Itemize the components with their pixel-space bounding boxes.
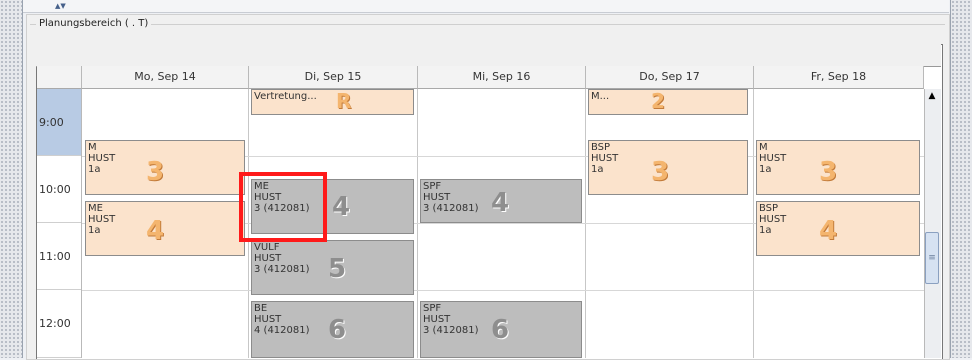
lesson-number: 6: [328, 315, 347, 345]
time-slot-11[interactable]: 11:00: [37, 223, 81, 290]
lesson-number: 5: [328, 254, 347, 284]
time-slot-10[interactable]: 10:00: [37, 156, 81, 223]
event-class: 1a: [88, 164, 101, 175]
lesson-number: 4: [332, 192, 351, 222]
panel-border-line: [30, 24, 945, 25]
event-subject: ME: [88, 203, 103, 214]
event-di-vertretung[interactable]: Vertretung... R: [251, 89, 414, 115]
collapse-arrows-icon[interactable]: ▲▼: [55, 2, 66, 10]
event-subject: M: [759, 142, 768, 153]
lesson-number: 2: [651, 89, 665, 113]
day-header-fri[interactable]: Fr, Sep 18: [754, 66, 924, 89]
day-header-thu[interactable]: Do, Sep 17: [586, 66, 754, 89]
time-slot-9[interactable]: 9:00: [37, 89, 81, 156]
event-fr-bsp[interactable]: BSP HUST 1a 4: [756, 201, 920, 256]
event-fr-m[interactable]: M HUST 1a 3: [756, 140, 920, 195]
event-subject: BSP: [759, 203, 779, 214]
event-subject: M: [88, 142, 97, 153]
scrollbar-thumb[interactable]: ≡: [925, 232, 939, 284]
event-mo-m[interactable]: M HUST 1a 3: [85, 140, 245, 195]
event-di-vulf[interactable]: VULF HUST 3 (412081) 5: [251, 240, 414, 295]
event-mo-me[interactable]: ME HUST 1a 4: [85, 201, 245, 256]
top-toolbar: ▲▼: [23, 0, 949, 13]
grid-hline: [82, 290, 924, 291]
panel-legend: Planungsbereich ( . T): [36, 18, 152, 29]
event-di-me[interactable]: ME HUST 3 (412081) 4: [251, 179, 414, 234]
event-subject: BSP: [591, 142, 611, 153]
event-di-be[interactable]: BE HUST 4 (412081) 6: [251, 301, 414, 358]
lesson-number: 4: [819, 216, 838, 246]
event-subject: BE: [254, 303, 268, 314]
event-do-bsp[interactable]: BSP HUST 1a 3: [588, 140, 748, 195]
event-do-m[interactable]: M... 2: [588, 89, 748, 115]
calendar-toolbar-strip: [36, 44, 941, 67]
day-header-tue[interactable]: Di, Sep 15: [249, 66, 418, 89]
scroll-up-arrow-icon[interactable]: ▲: [924, 89, 940, 103]
lesson-number: 3: [146, 157, 165, 187]
event-mi-spf-2[interactable]: SPF HUST 3 (412081) 6: [420, 301, 582, 358]
left-dotted-gutter: [0, 0, 23, 358]
event-teacher: HUST: [759, 153, 787, 164]
event-class: 1a: [88, 225, 101, 236]
time-slot-12[interactable]: 12:00: [37, 290, 81, 358]
event-title: M...: [591, 91, 610, 102]
event-subject: VULF: [254, 242, 280, 253]
event-title: Vertretung...: [254, 91, 317, 102]
lesson-number: 3: [819, 157, 838, 187]
event-subject: SPF: [423, 303, 442, 314]
event-class: 1a: [759, 164, 772, 175]
vertical-scrollbar[interactable]: [924, 89, 941, 358]
event-teacher: HUST: [759, 214, 787, 225]
event-class: 1a: [759, 225, 772, 236]
header-corner: [37, 66, 82, 89]
right-dotted-gutter: [950, 0, 972, 358]
lesson-number: R: [336, 89, 352, 113]
event-subject: ME: [254, 181, 269, 192]
day-header-mon[interactable]: Mo, Sep 14: [82, 66, 249, 89]
event-mi-spf[interactable]: SPF HUST 3 (412081) 4: [420, 179, 582, 223]
lesson-number: 4: [146, 216, 165, 246]
lesson-number: 6: [491, 315, 510, 345]
lesson-number: 4: [491, 188, 510, 218]
lesson-number: 3: [651, 157, 670, 187]
event-teacher: HUST: [88, 214, 116, 225]
event-teacher: HUST: [88, 153, 116, 164]
day-header-wed[interactable]: Mi, Sep 16: [418, 66, 586, 89]
